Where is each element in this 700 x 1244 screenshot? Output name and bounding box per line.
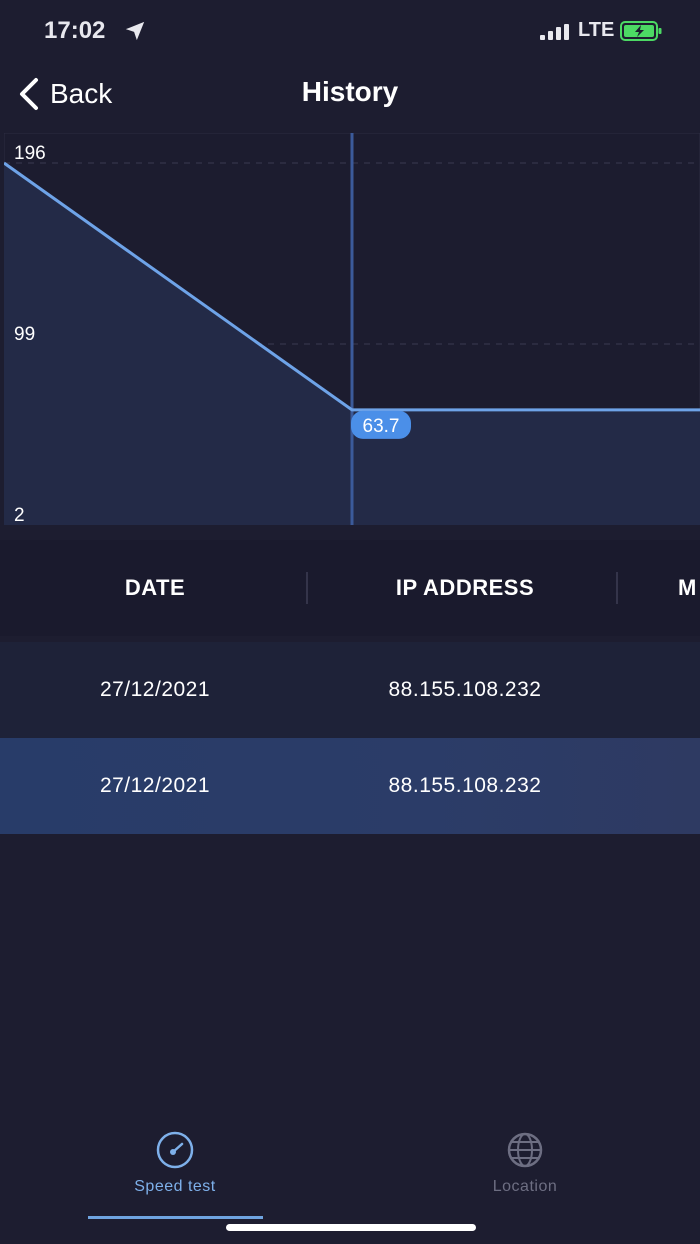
column-header-ip-address[interactable]: IP ADDRESS [310, 540, 620, 636]
cell-ip-address: 88.155.108.232 [388, 774, 542, 797]
tab-location[interactable]: Location [425, 1130, 625, 1200]
y-tick-min: 2 [14, 505, 25, 525]
history-chart[interactable]: 196 99 2 63.7 [4, 133, 700, 525]
cell-ip-address: 88.155.108.232 [388, 678, 542, 701]
column-header-date[interactable]: DATE [0, 540, 310, 636]
table-row[interactable]: 27/12/2021 88.155.108.232 [0, 642, 700, 738]
selected-value-tooltip: 63.7 [351, 410, 411, 439]
tooltip-value: 63.7 [363, 416, 400, 437]
column-header-truncated[interactable]: M [678, 540, 700, 636]
page-title: History [301, 76, 399, 107]
network-type: LTE [578, 19, 615, 41]
column-divider [306, 572, 308, 604]
cell-date: 27/12/2021 [99, 774, 211, 797]
status-time: 17:02 [44, 17, 106, 44]
tab-location-label: Location [492, 1178, 558, 1195]
tab-speed-test[interactable]: Speed test [75, 1130, 275, 1200]
location-arrow-icon [125, 21, 145, 41]
active-tab-indicator [88, 1216, 263, 1219]
history-screen: 17:02 LTE Back History 196 99 2 63.7 DAT… [0, 0, 700, 1244]
globe-icon [507, 1132, 543, 1168]
history-table-header: DATE IP ADDRESS M [0, 540, 700, 636]
tab-speed-test-label: Speed test [134, 1178, 216, 1195]
signal-bars-icon [540, 24, 569, 40]
history-chart-svg: 196 99 2 63.7 [4, 133, 700, 525]
speedometer-icon [156, 1131, 194, 1169]
tab-bar: Speed test Location [0, 1120, 700, 1244]
table-row-selected[interactable]: 27/12/2021 88.155.108.232 [0, 738, 700, 834]
y-tick-mid: 99 [14, 324, 35, 345]
column-divider [616, 572, 618, 604]
navigation-bar: Back History [0, 62, 700, 126]
battery-charging-icon [620, 21, 662, 41]
home-indicator [226, 1224, 476, 1231]
status-bar: 17:02 LTE [0, 0, 700, 62]
cell-date: 27/12/2021 [99, 678, 211, 701]
y-tick-max: 196 [14, 143, 46, 164]
